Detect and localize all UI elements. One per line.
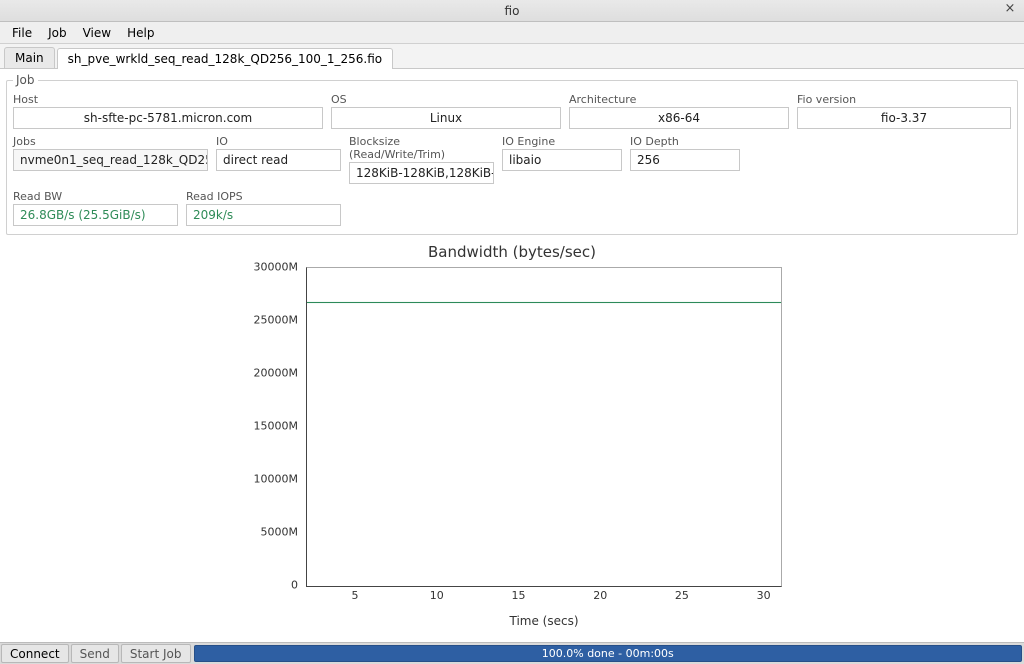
chart-xaxis-label: Time (secs): [242, 614, 782, 628]
chart-ytick: 5000M: [261, 526, 299, 539]
start-job-button: Start Job: [121, 644, 191, 663]
chart-xtick: 25: [675, 589, 689, 602]
label-host: Host: [13, 93, 323, 106]
value-host: sh-sfte-pc-5781.micron.com: [13, 107, 323, 129]
label-blocksize: Blocksize (Read/Write/Trim): [349, 135, 494, 161]
label-arch: Architecture: [569, 93, 789, 106]
chart-ytick: 25000M: [254, 314, 298, 327]
content-area: Job Host sh-sfte-pc-5781.micron.com OS L…: [0, 68, 1024, 642]
value-io-depth: 256: [630, 149, 740, 171]
menu-file[interactable]: File: [4, 24, 40, 42]
window-titlebar: fio ×: [0, 0, 1024, 22]
label-fio-version: Fio version: [797, 93, 1011, 106]
window-title: fio: [505, 4, 520, 18]
chart-ytick: 0: [291, 579, 298, 592]
bandwidth-chart: Bandwidth (bytes/sec) 0 5000M 10000M 15000M…: [242, 243, 782, 628]
tab-main[interactable]: Main: [4, 47, 55, 68]
status-bar: Connect Send Start Job 100.0% done - 00m…: [0, 642, 1024, 664]
value-read-iops: 209k/s: [186, 204, 341, 226]
chart-xtick: 5: [352, 589, 359, 602]
tab-jobfile[interactable]: sh_pve_wrkld_seq_read_128k_QD256_100_1_2…: [57, 48, 393, 69]
value-fio-version: fio-3.37: [797, 107, 1011, 129]
chart-title: Bandwidth (bytes/sec): [242, 243, 782, 261]
value-io-engine: libaio: [502, 149, 622, 171]
label-read-iops: Read IOPS: [186, 190, 341, 203]
combo-jobs[interactable]: nvme0n1_seq_read_128k_QD256 ▼: [13, 149, 208, 171]
chart-ytick: 30000M: [254, 261, 298, 274]
value-arch: x86-64: [569, 107, 789, 129]
value-read-bw: 26.8GB/s (25.5GiB/s): [13, 204, 178, 226]
value-blocksize: 128KiB-128KiB,128KiB-128: [349, 162, 494, 184]
chart-xtick: 30: [757, 589, 771, 602]
value-io: direct read: [216, 149, 341, 171]
label-read-bw: Read BW: [13, 190, 178, 203]
chart-xtick: 10: [430, 589, 444, 602]
close-icon[interactable]: ×: [1002, 2, 1018, 18]
chart-xtick: 15: [511, 589, 525, 602]
label-os: OS: [331, 93, 561, 106]
job-group: Job Host sh-sfte-pc-5781.micron.com OS L…: [6, 73, 1018, 235]
job-legend: Job: [13, 73, 38, 87]
progress-bar: 100.0% done - 00m:00s: [194, 645, 1023, 662]
combo-jobs-value: nvme0n1_seq_read_128k_QD256: [20, 153, 208, 167]
label-io-depth: IO Depth: [630, 135, 740, 148]
chart-ytick: 20000M: [254, 367, 298, 380]
chart-xtick: 20: [593, 589, 607, 602]
menu-help[interactable]: Help: [119, 24, 162, 42]
send-button: Send: [71, 644, 119, 663]
menu-job[interactable]: Job: [40, 24, 75, 42]
chart-ytick: 10000M: [254, 473, 298, 486]
chart-series-line: [307, 302, 781, 303]
progress-text: 100.0% done - 00m:00s: [195, 646, 1022, 661]
chart-ytick: 15000M: [254, 420, 298, 433]
tab-strip: Main sh_pve_wrkld_seq_read_128k_QD256_10…: [0, 44, 1024, 68]
value-os: Linux: [331, 107, 561, 129]
label-io: IO: [216, 135, 341, 148]
connect-button[interactable]: Connect: [1, 644, 69, 663]
menu-view[interactable]: View: [75, 24, 119, 42]
menu-bar: File Job View Help: [0, 22, 1024, 44]
label-jobs: Jobs: [13, 135, 208, 148]
label-io-engine: IO Engine: [502, 135, 622, 148]
